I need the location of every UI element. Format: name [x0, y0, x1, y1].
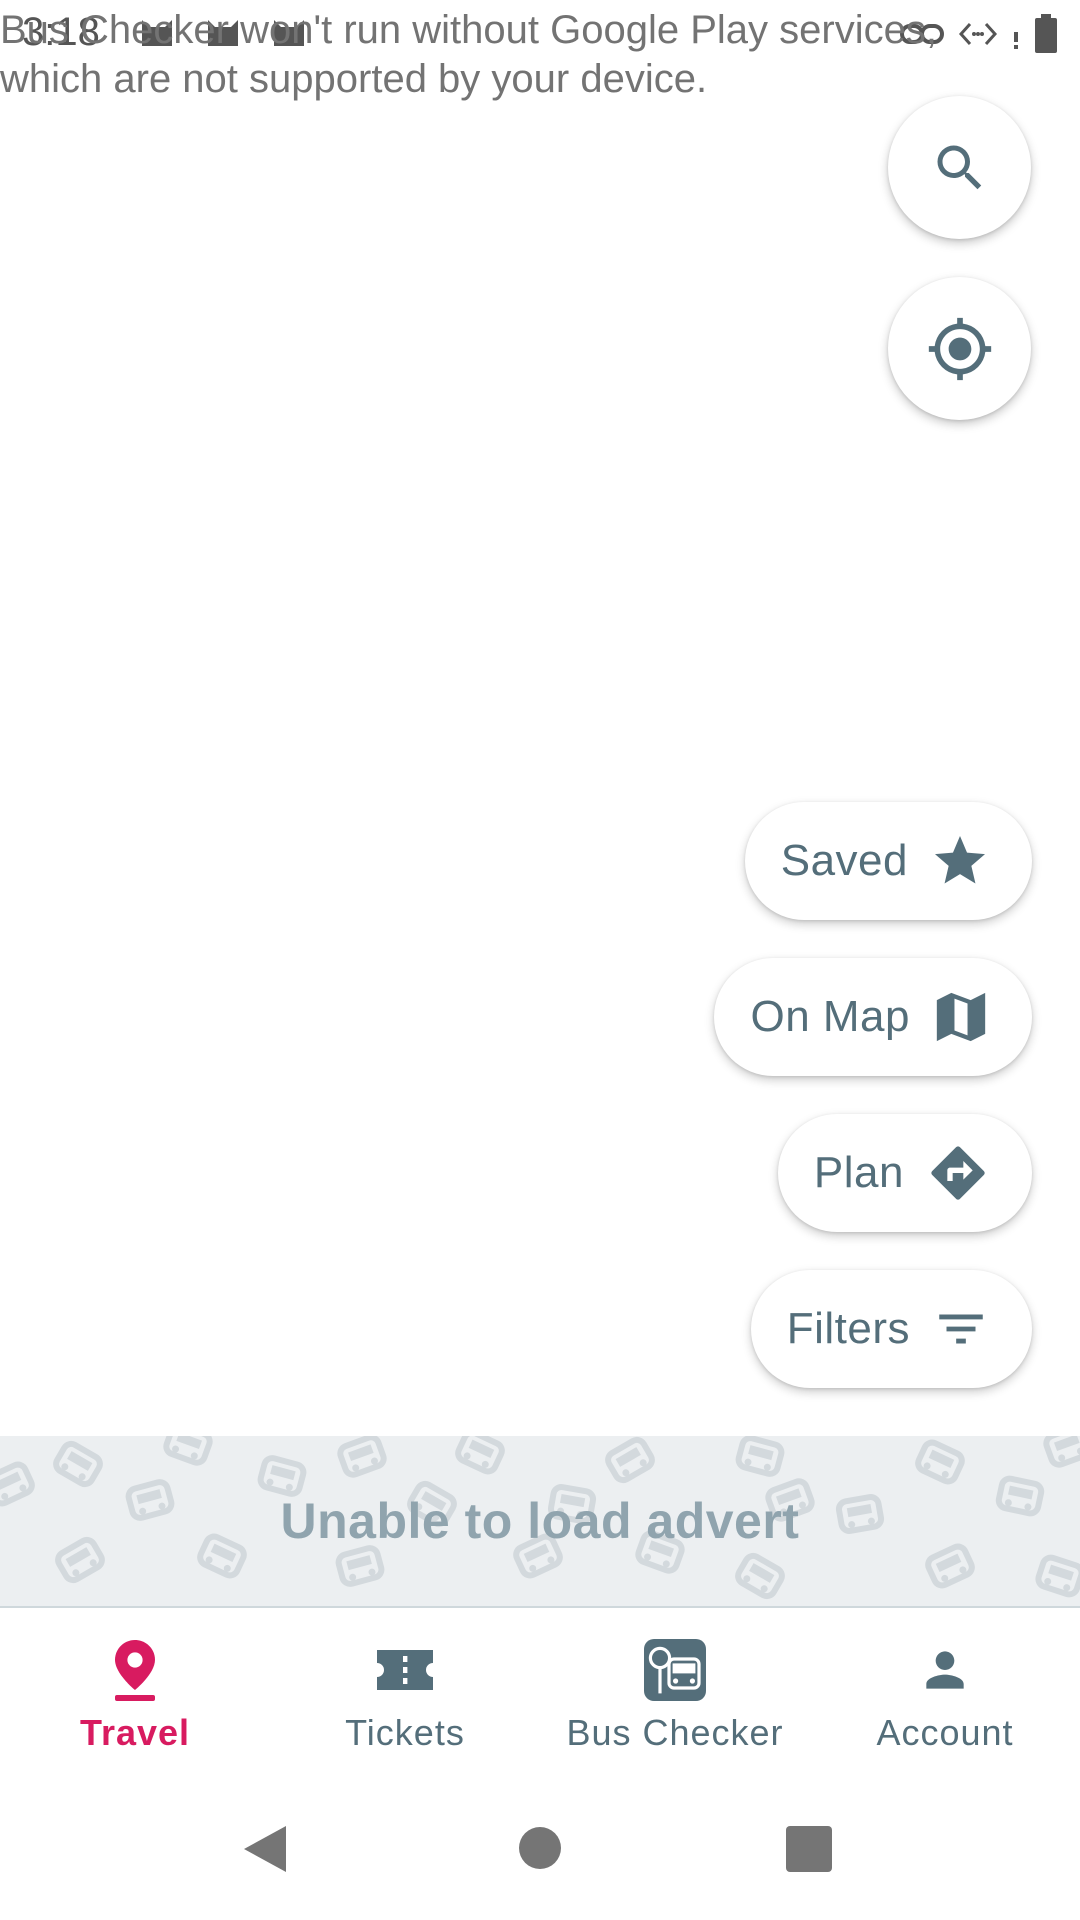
directions-icon [931, 1146, 985, 1200]
advert-error-text: Unable to load advert [280, 1493, 800, 1549]
map-icon [936, 992, 986, 1042]
nav-label-account: Account [876, 1712, 1014, 1753]
my-location-icon [928, 317, 991, 380]
filters-label: Filters [786, 1304, 910, 1353]
person-icon [926, 1651, 964, 1689]
search-icon [937, 145, 981, 189]
nav-label-travel: Travel [79, 1712, 191, 1753]
nav-item-bus-checker[interactable]: Bus Checker [540, 1608, 810, 1760]
nav-label-tickets: Tickets [345, 1712, 465, 1753]
advert-banner: Unable to load advert [0, 1436, 1080, 1608]
nav-item-account[interactable]: Account [810, 1608, 1080, 1760]
saved-label: Saved [780, 836, 908, 885]
on-map-label: On Map [750, 992, 910, 1041]
search-button[interactable] [888, 96, 1031, 239]
system-navigation-bar [0, 1770, 1080, 1920]
bottom-navigation: Travel Tickets Bus Checker Account [0, 1608, 1080, 1760]
plan-button[interactable]: Plan [777, 1114, 1032, 1232]
location-pin-icon [115, 1640, 155, 1701]
saved-button[interactable]: Saved [744, 802, 1032, 920]
back-icon[interactable] [242, 1824, 288, 1874]
nav-item-tickets[interactable]: Tickets [270, 1608, 540, 1760]
bus-stop-icon [644, 1639, 706, 1701]
recents-icon[interactable] [786, 1826, 832, 1872]
plan-label: Plan [813, 1148, 904, 1197]
home-icon[interactable] [518, 1826, 562, 1870]
on-map-button[interactable]: On Map [714, 958, 1032, 1076]
filter-icon [939, 1314, 983, 1344]
star-icon [935, 836, 985, 884]
ticket-icon [377, 1650, 433, 1690]
nav-label-bus-checker: Bus Checker [566, 1712, 784, 1753]
google-play-services-message: Bus Checker won't run without Google Pla… [0, 8, 937, 101]
my-location-button[interactable] [888, 277, 1031, 420]
filters-button[interactable]: Filters [750, 1270, 1032, 1388]
alert-icon [1014, 32, 1018, 49]
battery-icon [1035, 14, 1057, 53]
nav-item-travel[interactable]: Travel [0, 1608, 270, 1760]
